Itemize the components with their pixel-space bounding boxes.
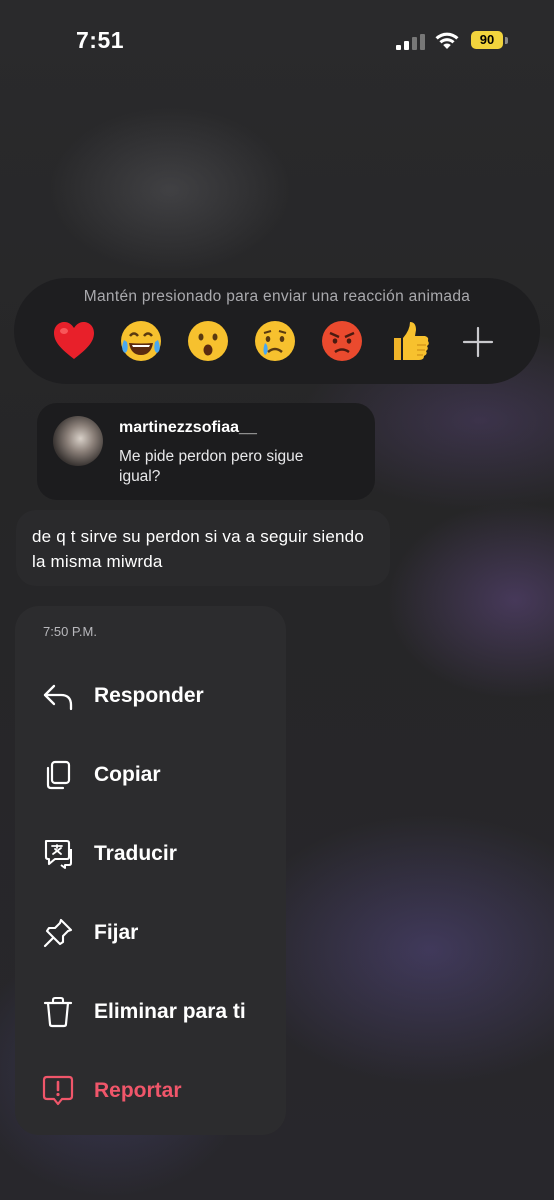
copy-icon [46,760,71,790]
reply-icon [43,684,73,711]
reply-username: martinezzsofiaa__ [119,419,257,436]
menu-item-copy[interactable]: Copiar [15,740,286,810]
cellular-signal-icon [396,34,425,50]
message-timestamp: 7:50 P.M. [43,624,97,639]
menu-item-label: Copiar [94,763,161,786]
menu-item-delete[interactable]: Eliminar para ti [15,977,286,1047]
menu-item-reply[interactable]: Responder [15,661,286,731]
astonished-reaction-icon[interactable] [184,318,232,366]
menu-item-report[interactable]: Reportar [15,1056,286,1126]
report-icon [42,1075,74,1106]
menu-item-label: Traducir [94,842,177,865]
battery-indicator: 90 [471,31,503,49]
replied-message: martinezzsofiaa__ Me pide perdon pero si… [37,403,375,500]
avatar [53,416,103,466]
thumbs-up-reaction-icon[interactable] [385,318,433,366]
menu-item-label: Responder [94,684,204,707]
translate-icon [44,839,72,869]
reply-text: Me pide perdon pero sigue igual? [119,448,304,485]
menu-item-label: Eliminar para ti [94,1000,246,1023]
heart-reaction-icon[interactable] [50,318,98,366]
reaction-hint: Mantén presionado para enviar una reacci… [83,288,471,305]
tears-of-joy-reaction-icon[interactable] [117,318,165,366]
wifi-icon [435,32,459,49]
menu-item-translate[interactable]: Traducir [15,819,286,889]
angry-reaction-icon[interactable] [318,318,366,366]
message-context-menu: 7:50 P.M. Responder Copiar Traducir Fija… [15,606,286,1135]
pin-icon [43,918,73,948]
menu-item-pin[interactable]: Fijar [15,898,286,968]
trash-icon [43,996,73,1028]
plus-icon[interactable] [460,324,496,360]
menu-item-label: Reportar [94,1079,182,1102]
crying-reaction-icon[interactable] [251,318,299,366]
status-bar: 7:51 90 [0,0,554,80]
battery-tip [505,37,508,44]
status-time: 7:51 [76,27,125,53]
menu-item-label: Fijar [94,921,139,944]
selected-message: de q t sirve su perdon si va a seguir si… [16,510,390,586]
reaction-bar: Mantén presionado para enviar una reacci… [14,278,540,384]
